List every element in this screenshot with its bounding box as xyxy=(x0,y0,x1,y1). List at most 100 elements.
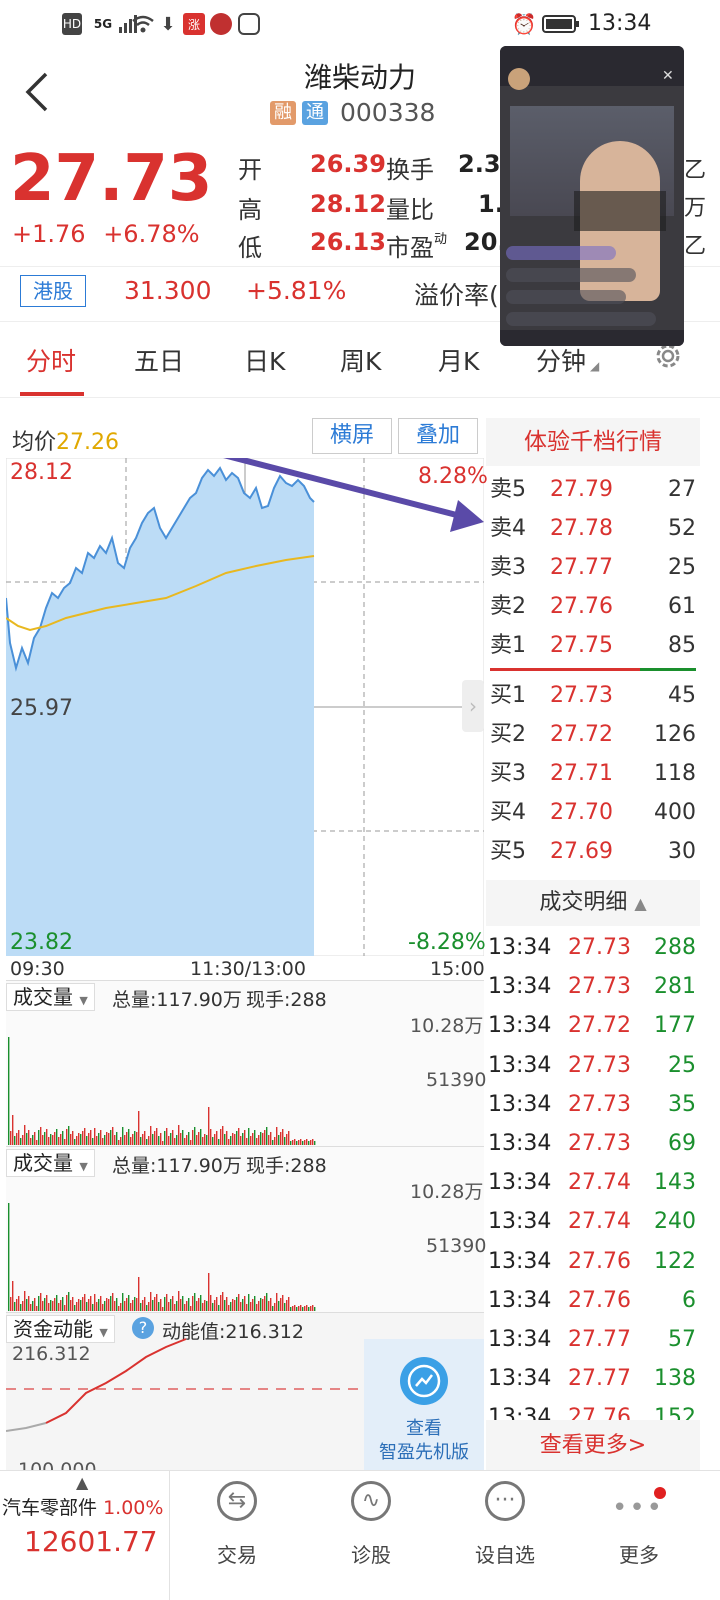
smart-promo-button[interactable]: 查看 智盈先机版 xyxy=(364,1339,484,1470)
view-more-trades-link[interactable]: 查看更多> xyxy=(486,1420,700,1472)
volume-bar xyxy=(102,1304,104,1311)
volume-bar xyxy=(128,1295,130,1311)
volume-bar xyxy=(206,1301,208,1311)
volume-bar xyxy=(152,1300,154,1311)
trade-time: 13:34 xyxy=(488,1209,552,1235)
volume-bar xyxy=(192,1130,194,1145)
volume-selector[interactable]: 成交量 ▼ xyxy=(6,983,95,1011)
overlay-button[interactable]: 叠加 xyxy=(398,418,478,454)
volume-bar xyxy=(148,1302,150,1311)
tab-intraday[interactable]: 分时 xyxy=(26,342,76,378)
volume-bar xyxy=(108,1299,110,1311)
volume-bar xyxy=(96,1136,98,1145)
nav-trade[interactable]: ⇆ 交易 xyxy=(172,1471,302,1600)
volume-bar xyxy=(168,1302,170,1311)
volume-bar xyxy=(216,1297,218,1311)
trade-icon: ⇆ xyxy=(217,1481,257,1521)
volume-bar xyxy=(312,1305,314,1311)
trade-row: 13:34 27.77 57 xyxy=(486,1320,700,1359)
volume-bar xyxy=(266,1293,268,1311)
volume-bar xyxy=(258,1301,260,1311)
bid-row: 买1 27.73 45 xyxy=(486,676,700,715)
volume-bar xyxy=(172,1296,174,1311)
volume-bar xyxy=(178,1125,180,1145)
volume-bar xyxy=(222,1292,224,1311)
volume-bar xyxy=(260,1132,262,1145)
volume-bar xyxy=(54,1132,56,1145)
volume-bar xyxy=(302,1141,304,1145)
chart-mid-price: 25.97 xyxy=(10,696,73,721)
volume-bar xyxy=(10,1131,12,1145)
landscape-button[interactable]: 横屏 xyxy=(312,418,392,454)
change-value: +1.76 xyxy=(12,220,86,248)
tab-minute[interactable]: 分钟 ◢ xyxy=(536,342,599,378)
volume-bar xyxy=(230,1136,232,1145)
volume-bar xyxy=(130,1303,132,1311)
volume-bar xyxy=(90,1130,92,1145)
volume-bar xyxy=(226,1131,228,1145)
tab-weekly-k[interactable]: 周K xyxy=(340,342,381,378)
trade-volume: 69 xyxy=(668,1131,696,1156)
expand-chevron-icon[interactable]: › xyxy=(462,680,484,732)
expand-up-icon: ▲ xyxy=(76,1473,89,1492)
network-label: 5G xyxy=(93,17,113,31)
volume-bar xyxy=(252,1133,254,1145)
volume-bar xyxy=(24,1291,26,1311)
volume-bar xyxy=(96,1302,98,1311)
volume-bar xyxy=(42,1301,44,1311)
volume-bar xyxy=(58,1303,60,1311)
volume-bar xyxy=(14,1302,16,1311)
volume-bar xyxy=(240,1302,242,1311)
nav-more[interactable]: ••• 更多 xyxy=(574,1471,704,1600)
volume-bar xyxy=(296,1141,298,1145)
trade-price: 27.73 xyxy=(568,1091,631,1117)
volume-bar xyxy=(36,1306,38,1311)
trade-price: 27.72 xyxy=(568,1013,631,1039)
volume-bar xyxy=(86,1302,88,1311)
ask-price: 27.78 xyxy=(550,516,613,541)
volume-bar xyxy=(310,1140,312,1145)
volume-bar xyxy=(34,1298,36,1311)
volume-bar xyxy=(278,1301,280,1311)
volume-bar xyxy=(32,1301,34,1311)
volume-bar xyxy=(274,1303,276,1311)
volume-selector[interactable]: 成交量 ▼ xyxy=(6,1149,95,1177)
tab-daily-k[interactable]: 日K xyxy=(244,342,285,378)
volume-bar xyxy=(106,1298,108,1311)
level2-promo[interactable]: 体验千档行情 xyxy=(486,418,700,466)
trade-row: 13:34 27.73 281 xyxy=(486,967,700,1006)
volume-bar xyxy=(190,1306,192,1311)
volume-bar xyxy=(132,1300,134,1311)
volume-bar xyxy=(294,1139,296,1145)
volume-bar xyxy=(56,1295,58,1311)
volume-bar xyxy=(262,1299,264,1311)
trade-time: 13:34 xyxy=(488,1366,552,1392)
volume-bar xyxy=(254,1130,256,1145)
volume-bar xyxy=(108,1133,110,1145)
sector-card[interactable]: ▲ 汽车零部件 1.00% 12601.77 xyxy=(0,1471,170,1600)
nav-diagnose[interactable]: ∿ 诊股 xyxy=(306,1471,436,1600)
volume-bar xyxy=(212,1303,214,1311)
volume-bar xyxy=(280,1132,282,1145)
volume-bar xyxy=(138,1111,140,1145)
volume-bar xyxy=(12,1281,14,1311)
trade-price: 27.76 xyxy=(568,1405,631,1420)
trade-time: 13:34 xyxy=(488,974,552,1000)
trades-header[interactable]: 成交明细 ▲ xyxy=(486,880,700,926)
tab-monthly-k[interactable]: 月K xyxy=(438,342,479,378)
change-percent: +6.78% xyxy=(103,220,200,248)
trade-price: 27.73 xyxy=(568,935,631,960)
volume-bar xyxy=(196,1301,198,1311)
app-icon xyxy=(210,13,232,35)
close-icon[interactable]: ✕ xyxy=(662,68,674,84)
bid-price: 27.69 xyxy=(550,839,613,864)
live-video-overlay[interactable]: ✕ xyxy=(500,46,684,346)
tab-five-day[interactable]: 五日 xyxy=(134,342,184,378)
dropdown-icon: ◢ xyxy=(590,359,600,373)
nav-watchlist[interactable]: ··· 设自选 xyxy=(440,1471,570,1600)
ask-row: 卖1 27.75 85 xyxy=(486,626,700,665)
volume-bar xyxy=(232,1133,234,1145)
bid-row: 买3 27.71 118 xyxy=(486,754,700,793)
volume-bar xyxy=(68,1126,70,1145)
volume-bar xyxy=(238,1128,240,1145)
